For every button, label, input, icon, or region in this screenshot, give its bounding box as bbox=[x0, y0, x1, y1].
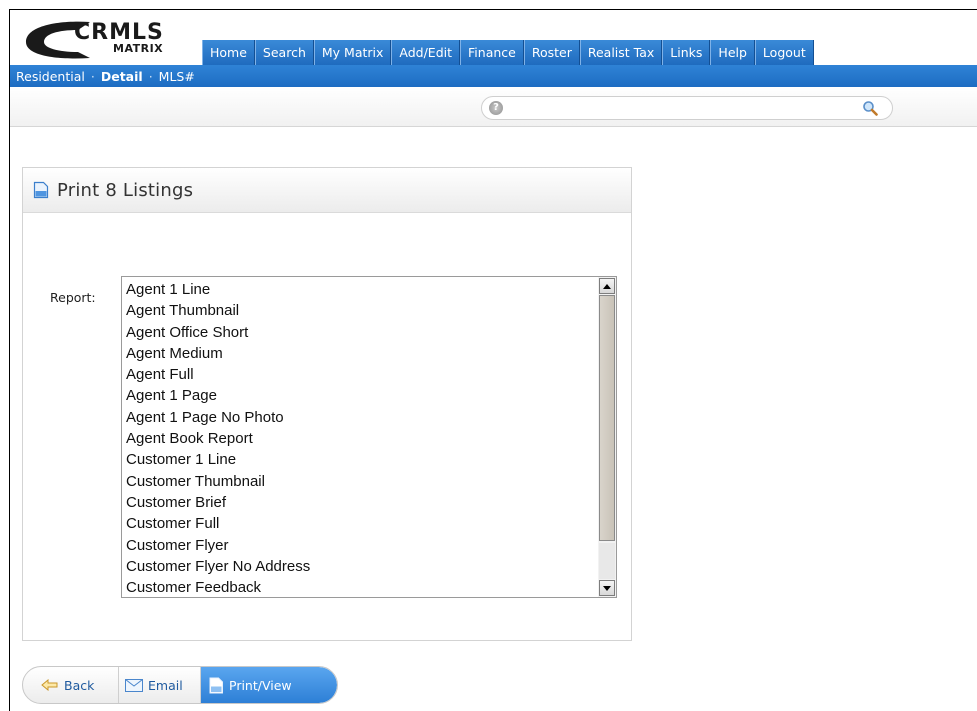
top-navigation: Home Search My Matrix Add/Edit Finance R… bbox=[202, 40, 814, 65]
nav-my-matrix[interactable]: My Matrix bbox=[313, 40, 392, 65]
report-option[interactable]: Customer 1 Line bbox=[126, 449, 596, 470]
back-button[interactable]: Back bbox=[23, 667, 119, 703]
report-option[interactable]: Customer Flyer bbox=[126, 535, 596, 556]
header: CRMLS MATRIX Home Search My Matrix Add/E… bbox=[10, 10, 977, 65]
scrollbar-track[interactable] bbox=[599, 543, 615, 579]
scroll-down-button[interactable] bbox=[599, 580, 615, 596]
report-option[interactable]: Agent Book Report bbox=[126, 428, 596, 449]
report-option[interactable]: Agent Full bbox=[126, 364, 596, 385]
breadcrumb-separator: · bbox=[90, 68, 95, 84]
report-option[interactable]: Agent 1 Line bbox=[126, 279, 596, 300]
print-view-label: Print/View bbox=[229, 677, 292, 693]
document-icon bbox=[33, 181, 49, 199]
nav-finance[interactable]: Finance bbox=[460, 40, 524, 65]
report-option[interactable]: Customer Feedback bbox=[126, 577, 596, 598]
panel-header: Print 8 Listings bbox=[23, 168, 631, 213]
breadcrumb-separator: · bbox=[148, 68, 153, 84]
speed-bar: ? bbox=[481, 96, 893, 120]
print-view-button[interactable]: Print/View bbox=[201, 667, 337, 703]
nav-home[interactable]: Home bbox=[202, 40, 255, 65]
back-label: Back bbox=[64, 677, 95, 693]
report-option[interactable]: Customer Brief bbox=[126, 492, 596, 513]
report-option[interactable]: Agent Office Short bbox=[126, 322, 596, 343]
page-title: Print 8 Listings bbox=[57, 179, 194, 201]
action-button-bar: Back Email Print/View bbox=[22, 666, 338, 704]
breadcrumb-residential[interactable]: Residential bbox=[16, 69, 85, 84]
help-icon[interactable]: ? bbox=[489, 101, 503, 115]
magnifier-icon[interactable] bbox=[862, 100, 878, 116]
nav-search[interactable]: Search bbox=[254, 40, 314, 65]
report-option[interactable]: Agent Thumbnail bbox=[126, 300, 596, 321]
arrow-down-icon bbox=[603, 585, 611, 591]
vertical-scrollbar[interactable] bbox=[598, 277, 616, 597]
report-options: Agent 1 Line Agent Thumbnail Agent Offic… bbox=[122, 277, 596, 598]
report-option[interactable]: Agent Medium bbox=[126, 343, 596, 364]
nav-links[interactable]: Links bbox=[662, 40, 711, 65]
document-icon bbox=[209, 677, 224, 694]
report-option[interactable]: Agent 1 Page bbox=[126, 385, 596, 406]
crmls-matrix-logo[interactable]: CRMLS MATRIX bbox=[18, 16, 203, 60]
page-frame: CRMLS MATRIX Home Search My Matrix Add/E… bbox=[9, 9, 977, 711]
email-button[interactable]: Email bbox=[119, 667, 201, 703]
print-panel: Print 8 Listings Report: Agent 1 Line Ag… bbox=[22, 167, 632, 641]
envelope-icon bbox=[125, 678, 143, 692]
report-select[interactable]: Agent 1 Line Agent Thumbnail Agent Offic… bbox=[121, 276, 617, 598]
report-option[interactable]: Agent 1 Page No Photo bbox=[126, 407, 596, 428]
report-option[interactable]: Customer Flyer No Address bbox=[126, 556, 596, 577]
back-arrow-icon bbox=[41, 679, 59, 691]
nav-help[interactable]: Help bbox=[710, 40, 755, 65]
nav-add-edit[interactable]: Add/Edit bbox=[391, 40, 461, 65]
breadcrumb-detail[interactable]: Detail bbox=[101, 69, 143, 84]
email-label: Email bbox=[148, 677, 183, 693]
logo-product: MATRIX bbox=[113, 42, 164, 55]
breadcrumb: Residential · Detail · MLS# bbox=[10, 65, 977, 87]
arrow-up-icon bbox=[603, 283, 611, 289]
scrollbar-thumb[interactable] bbox=[599, 295, 615, 541]
search-strip: ? bbox=[10, 87, 977, 127]
report-label: Report: bbox=[50, 290, 96, 305]
nav-realist-tax[interactable]: Realist Tax bbox=[579, 40, 663, 65]
search-input[interactable] bbox=[506, 99, 856, 117]
report-option[interactable]: Customer Thumbnail bbox=[126, 471, 596, 492]
nav-logout[interactable]: Logout bbox=[754, 40, 814, 65]
report-option[interactable]: Customer Full bbox=[126, 513, 596, 534]
nav-roster[interactable]: Roster bbox=[523, 40, 580, 65]
breadcrumb-mls[interactable]: MLS# bbox=[159, 69, 195, 84]
scroll-up-button[interactable] bbox=[599, 278, 615, 294]
